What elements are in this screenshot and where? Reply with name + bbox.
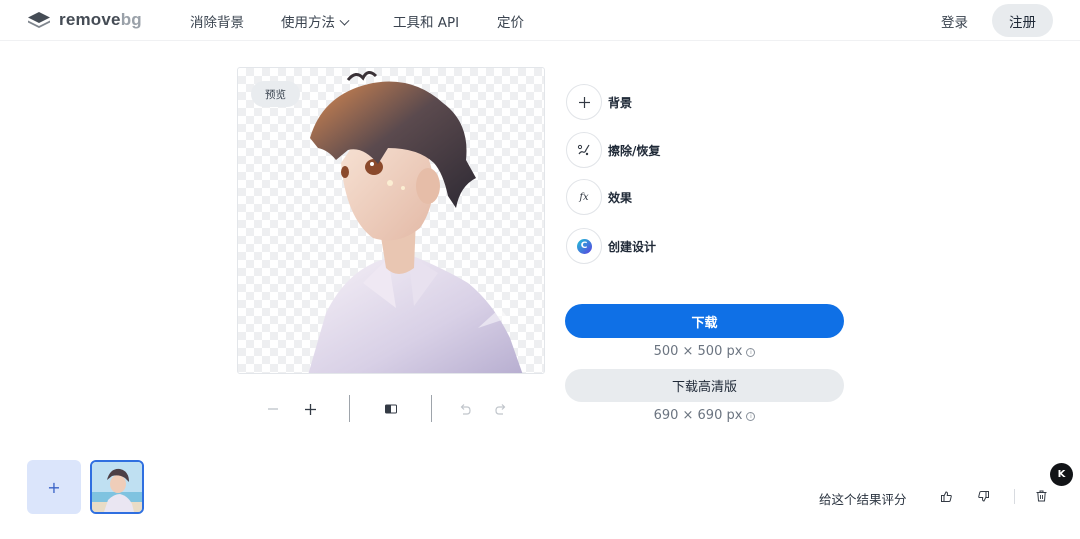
compare-button[interactable] xyxy=(383,400,399,418)
download-button[interactable]: 下载 xyxy=(565,304,844,338)
tool-erase-restore-label: 擦除/恢复 xyxy=(608,143,661,158)
info-icon[interactable]: i xyxy=(746,348,756,357)
download-hd-button[interactable]: 下载高清版 xyxy=(565,369,844,402)
tool-create-design-label: 创建设计 xyxy=(608,239,657,254)
logo[interactable]: removebg xyxy=(27,10,142,30)
download-size-text: 500 × 500 px xyxy=(653,344,743,359)
tool-effects-label: 效果 xyxy=(608,190,633,205)
login-link[interactable]: 登录 xyxy=(941,11,968,31)
plus-icon xyxy=(304,403,316,415)
canva-icon: C xyxy=(566,228,602,264)
nav-how-to[interactable]: 使用方法 xyxy=(281,11,350,31)
thumbnail-image xyxy=(92,462,142,512)
compare-icon xyxy=(385,404,397,414)
zoom-out-button[interactable] xyxy=(266,400,280,418)
signup-button[interactable]: 注册 xyxy=(992,4,1053,37)
logo-icon xyxy=(28,12,50,28)
fx-glyph: fx xyxy=(579,191,589,203)
nav-pricing[interactable]: 定价 xyxy=(497,11,524,31)
undo-button[interactable] xyxy=(457,400,473,418)
thumbs-up-button[interactable] xyxy=(939,489,953,503)
tool-create-design[interactable]: C 创建设计 xyxy=(566,228,656,264)
minus-icon xyxy=(268,408,278,410)
header: removebg 消除背景 使用方法 工具和 API 定价 登录 注册 xyxy=(0,0,1080,41)
zoom-in-button[interactable] xyxy=(303,400,317,418)
thumbs-down-button[interactable] xyxy=(976,489,990,503)
rate-result-label: 给这个结果评分 xyxy=(819,492,907,507)
plus-icon xyxy=(566,84,602,120)
thumbs-up-icon xyxy=(940,490,952,502)
image-thumbnail[interactable] xyxy=(90,460,144,514)
trash-icon xyxy=(1036,490,1046,502)
info-icon[interactable]: i xyxy=(746,412,756,421)
redo-icon xyxy=(495,403,506,415)
add-image-button[interactable]: + xyxy=(27,460,81,514)
tool-background-label: 背景 xyxy=(608,95,633,110)
divider xyxy=(1014,489,1015,504)
redo-button[interactable] xyxy=(493,400,509,418)
canva-glyph: C xyxy=(576,238,592,254)
fx-icon: fx xyxy=(566,179,602,215)
tool-erase-restore[interactable]: 擦除/恢复 xyxy=(566,132,660,168)
thumbs-down-icon xyxy=(977,490,989,502)
nav-how-to-label: 使用方法 xyxy=(281,15,335,31)
download-size: 500 × 500 px i xyxy=(565,344,844,359)
download-hd-size: 690 × 690 px i xyxy=(565,408,844,423)
logo-text: removebg xyxy=(59,10,142,29)
tool-effects[interactable]: fx 效果 xyxy=(566,179,632,215)
tool-background[interactable]: 背景 xyxy=(566,84,632,120)
assistant-badge[interactable]: K xyxy=(1050,463,1073,486)
delete-button[interactable] xyxy=(1034,489,1048,503)
preview-area: 预览 xyxy=(237,67,545,374)
nav-remove-bg[interactable]: 消除背景 xyxy=(190,11,244,31)
download-hd-size-text: 690 × 690 px xyxy=(653,408,743,423)
chevron-down-icon xyxy=(339,15,350,26)
divider xyxy=(349,395,350,422)
divider xyxy=(431,395,432,422)
preview-badge: 预览 xyxy=(251,81,300,107)
preview-image xyxy=(308,71,523,373)
brush-icon xyxy=(566,132,602,168)
undo-icon xyxy=(460,403,471,415)
nav-tools-api[interactable]: 工具和 API xyxy=(393,11,459,31)
